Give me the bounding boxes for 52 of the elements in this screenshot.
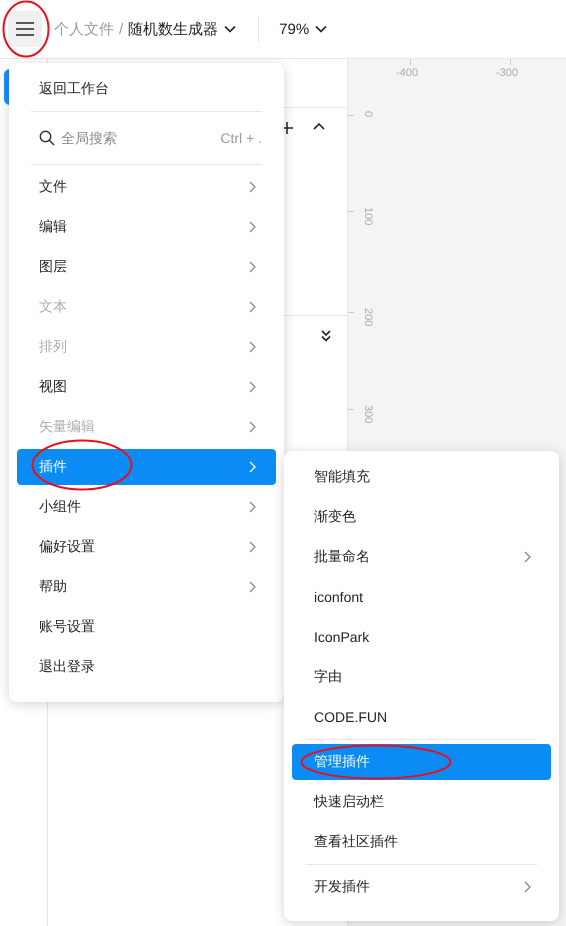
chevron-right-icon	[249, 541, 256, 553]
menu-item[interactable]: 小组件	[17, 489, 276, 525]
menu-item[interactable]: 偏好设置	[17, 529, 276, 565]
menu-item[interactable]: 退出登录	[17, 649, 276, 685]
plus-icon	[281, 122, 293, 134]
menu-item[interactable]: 帮助	[17, 569, 276, 605]
chevron-down-icon	[224, 25, 236, 33]
chevron-right-icon	[249, 181, 256, 193]
ruler-label: -300	[496, 67, 518, 79]
menu-item[interactable]: 编辑	[17, 209, 276, 245]
chevron-up-icon	[313, 122, 325, 130]
menu-item[interactable]: 开发插件	[292, 869, 551, 905]
menu-item[interactable]: iconfont	[292, 579, 551, 615]
zoom-dropdown[interactable]: 79%	[279, 20, 328, 38]
ruler-label: 300	[362, 405, 374, 424]
menu-item[interactable]: 快速启动栏	[292, 784, 551, 820]
chevron-right-icon	[249, 381, 256, 393]
breadcrumb-separator: /	[119, 20, 124, 38]
chevron-right-icon	[249, 301, 256, 313]
file-name-dropdown[interactable]: 随机数生成器	[128, 20, 236, 38]
ruler-label: 100	[362, 207, 374, 226]
menu-item[interactable]: 视图	[17, 369, 276, 405]
menu-item[interactable]: 账号设置	[17, 609, 276, 645]
menu-icon	[16, 22, 34, 36]
menu-item[interactable]: 查看社区插件	[292, 824, 551, 860]
chevron-right-icon	[524, 551, 531, 563]
menu-item[interactable]: 文件	[17, 169, 276, 205]
ruler-label: 0	[362, 111, 374, 118]
ruler-label: 200	[362, 308, 374, 326]
menu-button[interactable]	[8, 11, 42, 47]
ruler-label: -400	[396, 67, 418, 79]
menu-item[interactable]: 图层	[17, 249, 276, 285]
chevron-right-icon	[249, 421, 256, 433]
menu-item[interactable]: 批量命名	[292, 539, 551, 575]
double-chevron-down-icon	[321, 330, 331, 342]
search-field[interactable]: 全局搜索	[61, 130, 214, 146]
chevron-right-icon	[249, 501, 256, 513]
chevron-right-icon	[524, 881, 531, 893]
menu-item[interactable]: IconPark	[292, 619, 551, 655]
menu-item[interactable]: 渐变色	[292, 499, 551, 535]
chevron-right-icon	[249, 461, 256, 473]
chevron-right-icon	[249, 261, 256, 273]
menu-item[interactable]: 字由	[292, 659, 551, 695]
chevron-down-icon	[315, 25, 328, 33]
chevron-right-icon	[249, 221, 256, 233]
shortcut-hint: Ctrl + .	[220, 130, 262, 146]
chevron-right-icon	[249, 341, 256, 353]
chevron-right-icon	[249, 581, 256, 593]
search-icon	[39, 130, 55, 146]
menu-item[interactable]: 返回工作台	[17, 71, 276, 107]
menu-item[interactable]: 智能填充	[292, 459, 551, 495]
menu-item[interactable]: CODE.FUN	[292, 699, 551, 735]
